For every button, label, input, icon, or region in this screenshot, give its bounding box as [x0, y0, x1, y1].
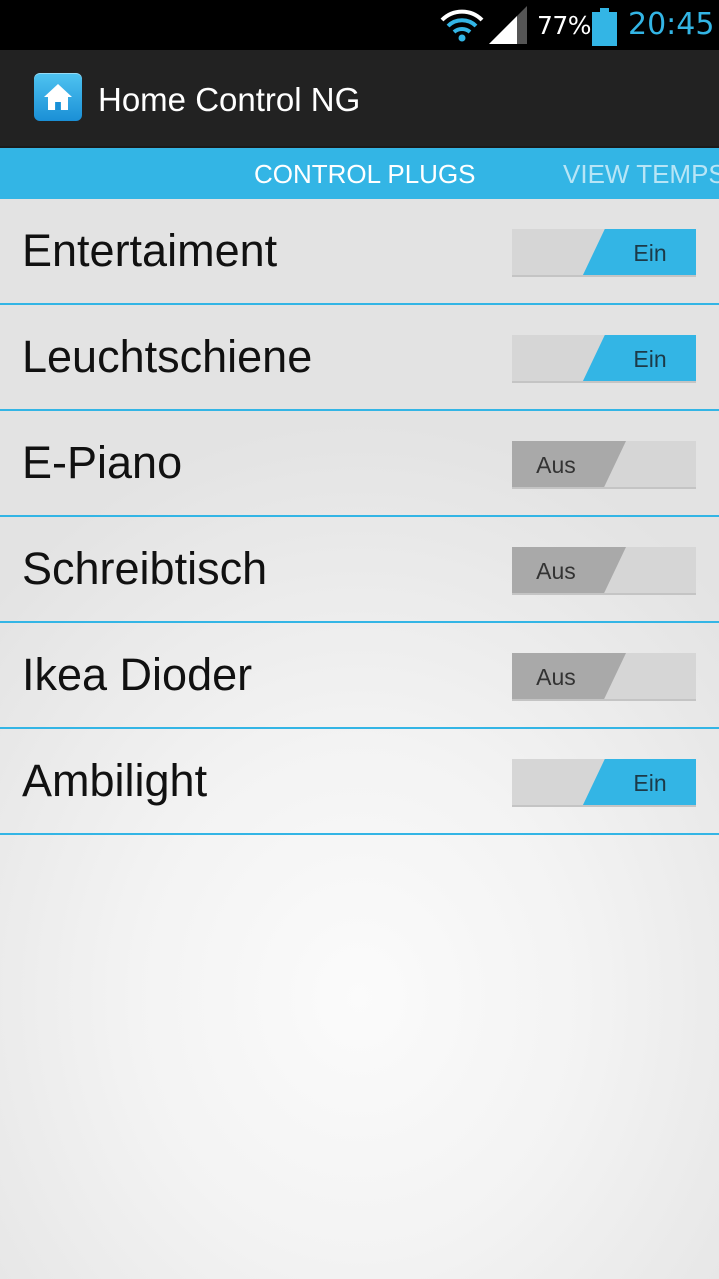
plug-name: Entertaiment: [22, 225, 278, 276]
action-bar: Home Control NG: [0, 50, 719, 146]
toggle-state-label: Aus: [512, 441, 626, 487]
list-item: Leuchtschiene Ein: [0, 305, 719, 411]
wifi-icon: [440, 9, 484, 42]
plug-toggle[interactable]: Aus: [512, 653, 696, 701]
toggle-state-label: Ein: [582, 335, 696, 381]
battery-percent: 77%: [537, 11, 592, 40]
plug-toggle[interactable]: Ein: [512, 759, 696, 807]
toggle-state-label: Ein: [582, 759, 696, 805]
list-item: Ikea Dioder Aus: [0, 623, 719, 729]
status-bar: 77% 20:45: [0, 0, 719, 50]
plug-toggle[interactable]: Aus: [512, 547, 696, 595]
home-icon[interactable]: [34, 73, 82, 121]
tab-strip: CONTROL PLUGS VIEW TEMPS: [0, 146, 719, 199]
tab-view-temps[interactable]: VIEW TEMPS: [563, 159, 719, 190]
plug-name: Ikea Dioder: [22, 649, 253, 700]
plug-name: Schreibtisch: [22, 543, 268, 594]
plug-toggle[interactable]: Ein: [512, 229, 696, 277]
toggle-state-label: Aus: [512, 653, 626, 699]
plug-toggle[interactable]: Ein: [512, 335, 696, 383]
list-item: Ambilight Ein: [0, 729, 719, 835]
toggle-state-label: Aus: [512, 547, 626, 593]
clock: 20:45: [628, 7, 715, 42]
toggle-state-label: Ein: [582, 229, 696, 275]
list-item: Schreibtisch Aus: [0, 517, 719, 623]
list-item: E-Piano Aus: [0, 411, 719, 517]
plug-list: Entertaiment Ein Leuchtschiene Ein E-Pia…: [0, 199, 719, 835]
tab-control-plugs[interactable]: CONTROL PLUGS: [254, 159, 476, 190]
app-title: Home Control NG: [98, 81, 361, 118]
plug-name: Leuchtschiene: [22, 331, 313, 382]
plug-toggle[interactable]: Aus: [512, 441, 696, 489]
plug-name: E-Piano: [22, 437, 183, 488]
plug-name: Ambilight: [22, 755, 208, 806]
battery-icon: [592, 8, 617, 46]
list-item: Entertaiment Ein: [0, 199, 719, 305]
signal-icon: [489, 6, 527, 44]
